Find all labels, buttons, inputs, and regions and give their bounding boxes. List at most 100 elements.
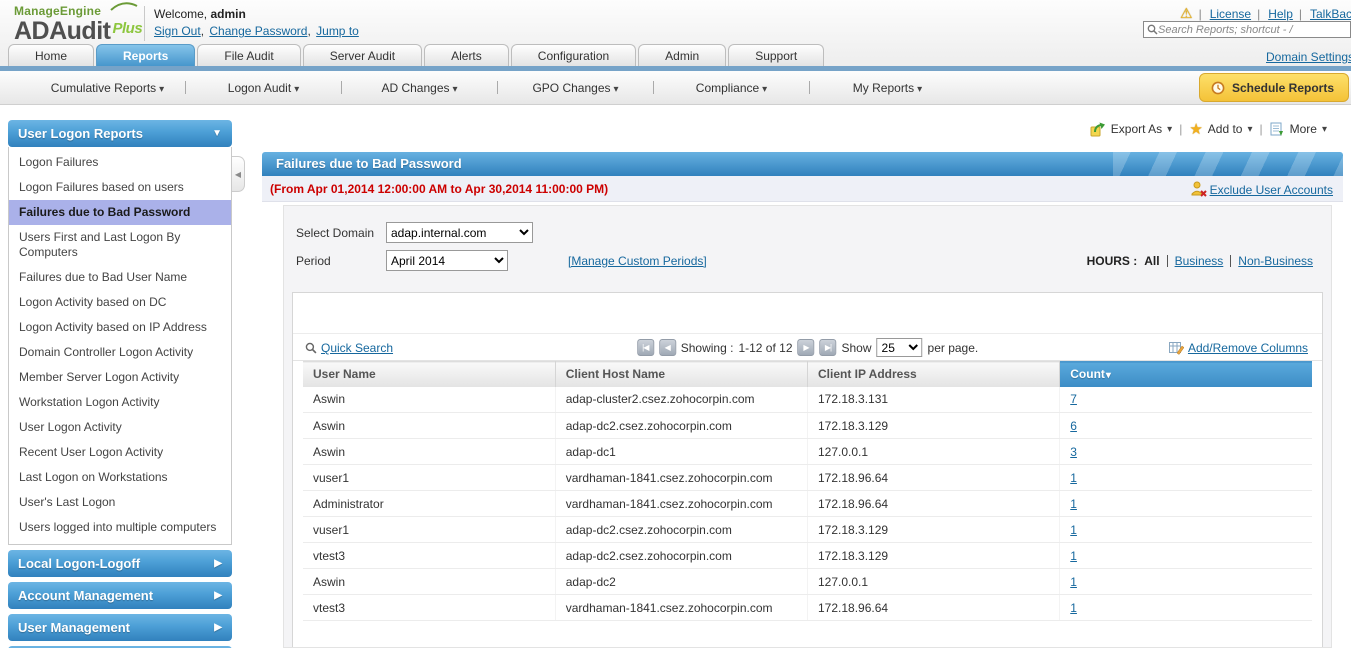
more-label: More (1290, 122, 1317, 136)
sidebar-item-failures-due-to-bad-password[interactable]: Failures due to Bad Password (9, 200, 231, 225)
hours-all[interactable]: All (1144, 254, 1159, 268)
subnav-ad-changes[interactable]: AD Changes▾ (342, 81, 497, 95)
cell-user: Aswin (303, 569, 555, 595)
sidebar-section-local-logon-logoff[interactable]: Local Logon-Logoff ▶ (8, 550, 232, 577)
tab-home[interactable]: Home (8, 44, 94, 67)
jump-to-link[interactable]: Jump to (316, 24, 359, 38)
column-header-client-host-name[interactable]: Client Host Name (555, 362, 807, 387)
count-link[interactable]: 1 (1070, 471, 1077, 485)
help-link[interactable]: Help (1257, 7, 1293, 21)
sidebar-item-logon-activity-dc[interactable]: Logon Activity based on DC (9, 290, 231, 315)
sidebar-item-domain-controller-logon[interactable]: Domain Controller Logon Activity (9, 340, 231, 365)
column-header-user-name[interactable]: User Name (303, 362, 555, 387)
sidebar-item-users-multiple-computers[interactable]: Users logged into multiple computers (9, 515, 231, 540)
export-as-menu[interactable]: Export As ▾ (1090, 122, 1172, 137)
more-menu[interactable]: More ▾ (1270, 122, 1327, 137)
product-suffix: Plus (112, 20, 142, 37)
hours-business-link[interactable]: Business (1175, 254, 1224, 268)
table-row: Administratorvardhaman-1841.csez.zohocor… (303, 491, 1312, 517)
tab-alerts[interactable]: Alerts (424, 44, 509, 67)
subnav-cumulative-reports[interactable]: Cumulative Reports▾ (30, 81, 185, 95)
subnav-logon-audit[interactable]: Logon Audit▾ (186, 81, 341, 95)
manage-custom-periods-link[interactable]: [Manage Custom Periods] (568, 254, 707, 268)
chevron-right-icon: ▶ (214, 614, 222, 641)
column-header-count-sorted[interactable]: Count▾ (1060, 362, 1312, 387)
domain-select[interactable]: adap.internal.com (386, 222, 533, 243)
page-size-select[interactable]: 25 (877, 338, 923, 357)
next-page-button[interactable]: ▶ (798, 339, 815, 356)
sidebar-section-user-management[interactable]: User Management ▶ (8, 614, 232, 641)
sidebar-item-logon-activity-ip[interactable]: Logon Activity based on IP Address (9, 315, 231, 340)
sidebar-item-recent-user-logon[interactable]: Recent User Logon Activity (9, 440, 231, 465)
count-link[interactable]: 1 (1070, 497, 1077, 511)
count-link[interactable]: 1 (1070, 601, 1077, 615)
count-link[interactable]: 1 (1070, 575, 1077, 589)
sidebar-item-users-last-logon[interactable]: User's Last Logon (9, 490, 231, 515)
count-link[interactable]: 1 (1070, 549, 1077, 563)
subnav-label: Compliance (696, 81, 759, 95)
count-link[interactable]: 7 (1070, 392, 1077, 406)
domain-settings-link[interactable]: Domain Settings (1266, 50, 1351, 64)
subnav-my-reports[interactable]: My Reports▾ (810, 81, 965, 95)
add-to-menu[interactable]: ★ Add to ▾ (1189, 120, 1252, 138)
toolbar-divider: | (1260, 122, 1263, 136)
count-header-label: Count (1070, 367, 1105, 381)
search-input[interactable] (1158, 24, 1347, 36)
previous-page-button[interactable]: ◀ (659, 339, 676, 356)
hours-non-business-link[interactable]: Non-Business (1238, 254, 1313, 268)
period-label: Period (296, 254, 386, 268)
license-link[interactable]: License (1199, 7, 1252, 21)
tab-file-audit[interactable]: File Audit (197, 44, 300, 67)
exclude-user-accounts-link[interactable]: Exclude User Accounts (1210, 183, 1333, 197)
hours-divider (1167, 255, 1168, 267)
cell-user: vtest3 (303, 595, 555, 621)
report-table-container: Quick Search |◀ ◀ Showing : 1-12 of 12 ▶… (292, 292, 1323, 647)
sidebar-header-user-logon-reports[interactable]: User Logon Reports ▼ (8, 120, 232, 147)
per-page-label: per page. (928, 341, 979, 355)
cell-ip: 172.18.3.129 (808, 413, 1060, 439)
cell-ip: 172.18.3.131 (808, 387, 1060, 413)
subnav-compliance[interactable]: Compliance▾ (654, 81, 809, 95)
sidebar-item-logon-failures-based-on-users[interactable]: Logon Failures based on users (9, 175, 231, 200)
cell-user: vuser1 (303, 517, 555, 543)
sidebar-item-user-logon-activity[interactable]: User Logon Activity (9, 415, 231, 440)
first-page-button[interactable]: |◀ (637, 339, 654, 356)
quick-search-link[interactable]: Quick Search (321, 341, 393, 355)
count-link[interactable]: 3 (1070, 445, 1077, 459)
tab-support[interactable]: Support (728, 44, 824, 67)
sidebar-item-failures-bad-user-name[interactable]: Failures due to Bad User Name (9, 265, 231, 290)
chevron-down-icon: ▾ (614, 84, 619, 95)
sign-out-link[interactable]: Sign Out (154, 24, 206, 38)
sidebar-item-workstation-logon[interactable]: Workstation Logon Activity (9, 390, 231, 415)
sidebar-item-member-server-logon[interactable]: Member Server Logon Activity (9, 365, 231, 390)
star-icon: ★ (1189, 120, 1202, 138)
count-link[interactable]: 1 (1070, 523, 1077, 537)
sidebar-item-last-logon-workstations[interactable]: Last Logon on Workstations (9, 465, 231, 490)
subnav-gpo-changes[interactable]: GPO Changes▾ (498, 81, 653, 95)
tab-server-audit[interactable]: Server Audit (303, 44, 422, 67)
subnav-label: My Reports (853, 81, 914, 95)
tab-admin[interactable]: Admin (638, 44, 726, 67)
warning-icon[interactable]: ⚠ (1180, 5, 1193, 22)
tab-configuration[interactable]: Configuration (511, 44, 636, 67)
sidebar-item-users-first-last-logon[interactable]: Users First and Last Logon By Computers (9, 225, 231, 265)
last-page-button[interactable]: ▶| (820, 339, 837, 356)
cell-user: Aswin (303, 439, 555, 465)
sidebar-item-logon-failures[interactable]: Logon Failures (9, 150, 231, 175)
chevron-down-icon: ▾ (294, 84, 299, 95)
change-password-link[interactable]: Change Password (209, 24, 312, 38)
sidebar-section-account-management[interactable]: Account Management ▶ (8, 582, 232, 609)
hours-label: HOURS : (1087, 254, 1138, 268)
count-link[interactable]: 6 (1070, 419, 1077, 433)
schedule-reports-button[interactable]: Schedule Reports (1199, 73, 1349, 102)
username: admin (210, 7, 245, 21)
table-row: Aswinadap-dc1127.0.0.13 (303, 439, 1312, 465)
brand-text: ManageEngine (14, 4, 101, 18)
talkback-link[interactable]: TalkBack (1299, 7, 1351, 21)
period-select[interactable]: April 2014 (386, 250, 508, 271)
column-header-client-ip-address[interactable]: Client IP Address (808, 362, 1060, 387)
sidebar-collapse-handle[interactable]: ◀ (232, 156, 245, 192)
tab-reports[interactable]: Reports (96, 44, 195, 67)
brand-name: ManageEngine (14, 4, 144, 18)
add-remove-columns-link[interactable]: Add/Remove Columns (1188, 341, 1308, 355)
